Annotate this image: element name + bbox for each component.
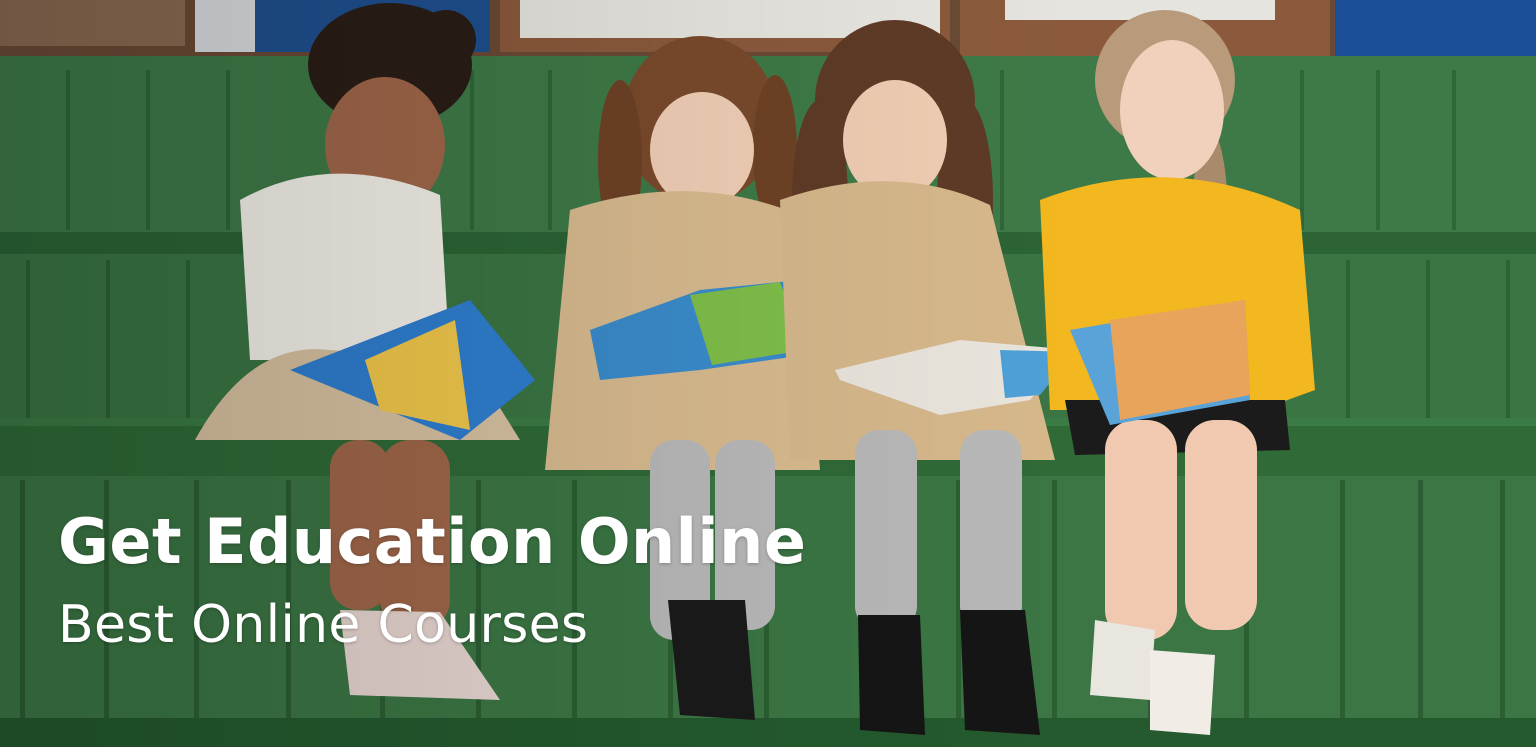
hero-banner: Get Education Online Best Online Courses (0, 0, 1536, 747)
hero-subtitle: Best Online Courses (58, 595, 589, 655)
hero-title: Get Education Online (58, 505, 807, 578)
hero-text-block: Get Education Online Best Online Courses (58, 500, 806, 660)
